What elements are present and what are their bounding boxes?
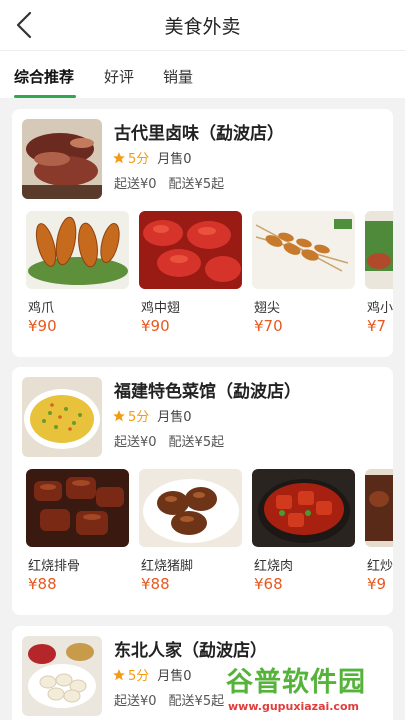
dish-item[interactable]: 红烧排骨 ¥88 bbox=[26, 469, 129, 593]
dish-name: 鸡小 bbox=[367, 301, 393, 316]
store-score: 5分 bbox=[128, 152, 150, 167]
fee-row: 起送¥0 配送¥5起 bbox=[114, 173, 224, 192]
dish-item[interactable]: 红炒 ¥9 bbox=[365, 469, 393, 593]
dish-name: 翅尖 bbox=[254, 301, 281, 316]
fee-row: 起送¥0 配送¥5起 bbox=[114, 431, 224, 450]
dish-name: 红烧排骨 bbox=[28, 559, 81, 574]
rating-row: 5分 月售0 bbox=[112, 406, 192, 426]
tab-sales[interactable]: 销量 bbox=[163, 66, 193, 87]
dish-photo bbox=[139, 469, 242, 547]
star-icon bbox=[113, 669, 125, 681]
dish-item[interactable]: 鸡爪 ¥90 bbox=[26, 211, 129, 335]
monthly-sales: 月售0 bbox=[157, 410, 192, 425]
fee-row: 起送¥0 配送¥5起 bbox=[114, 690, 224, 709]
watermark-url: www.gupuxiazai.com bbox=[228, 700, 359, 713]
min-order: 起送¥0 bbox=[114, 177, 157, 192]
store-logo bbox=[22, 636, 102, 716]
dish-photo bbox=[252, 469, 355, 547]
dish-price: ¥70 bbox=[254, 317, 283, 335]
dish-name: 红炒 bbox=[367, 559, 393, 574]
dish-name: 鸡中翅 bbox=[141, 301, 181, 316]
dish-list: 红烧排骨 ¥88 红烧猪脚 ¥88 红烧肉 ¥68 红炒 ¥9 bbox=[26, 469, 393, 609]
top-bar: 美食外卖 bbox=[0, 0, 405, 50]
dish-price: ¥68 bbox=[254, 575, 283, 593]
dish-price: ¥88 bbox=[28, 575, 57, 593]
dish-photo bbox=[365, 469, 393, 547]
store-name: 古代里卤味（勐波店） bbox=[114, 124, 284, 144]
active-tab-indicator bbox=[14, 95, 76, 98]
delivery-fee: 配送¥5起 bbox=[168, 177, 225, 192]
dish-photo bbox=[252, 211, 355, 289]
dish-price: ¥90 bbox=[141, 317, 170, 335]
dish-item[interactable]: 红烧猪脚 ¥88 bbox=[139, 469, 242, 593]
dish-price: ¥7 bbox=[367, 317, 387, 335]
dish-photo bbox=[365, 211, 393, 289]
dish-price: ¥88 bbox=[141, 575, 170, 593]
rating-row: 5分 月售0 bbox=[112, 148, 192, 168]
store-logo bbox=[22, 119, 102, 199]
dish-photo bbox=[26, 211, 129, 289]
store-name: 福建特色菜馆（勐波店） bbox=[114, 382, 301, 402]
sort-tabs: 综合推荐 好评 销量 bbox=[0, 50, 405, 98]
dish-item[interactable]: 翅尖 ¥70 bbox=[252, 211, 355, 335]
dish-name: 鸡爪 bbox=[28, 301, 55, 316]
dish-photo bbox=[26, 469, 129, 547]
site-watermark: 谷普软件园 www.gupuxiazai.com bbox=[218, 656, 405, 720]
tab-good-reviews[interactable]: 好评 bbox=[104, 66, 134, 87]
star-icon bbox=[113, 152, 125, 164]
store-score: 5分 bbox=[128, 410, 150, 425]
min-order: 起送¥0 bbox=[114, 435, 157, 450]
store-card[interactable]: 古代里卤味（勐波店） 5分 月售0 起送¥0 配送¥5起 鸡爪 ¥90 鸡中翅 … bbox=[12, 109, 393, 357]
rating-row: 5分 月售0 bbox=[112, 665, 192, 685]
dish-photo bbox=[139, 211, 242, 289]
tab-recommended[interactable]: 综合推荐 bbox=[14, 66, 74, 87]
store-score: 5分 bbox=[128, 669, 150, 684]
page-title: 美食外卖 bbox=[164, 16, 241, 38]
monthly-sales: 月售0 bbox=[157, 152, 192, 167]
min-order: 起送¥0 bbox=[114, 694, 157, 709]
dish-price: ¥9 bbox=[367, 575, 387, 593]
store-logo bbox=[22, 377, 102, 457]
store-card[interactable]: 福建特色菜馆（勐波店） 5分 月售0 起送¥0 配送¥5起 红烧排骨 ¥88 红… bbox=[12, 367, 393, 615]
watermark-title: 谷普软件园 bbox=[226, 667, 366, 698]
star-icon bbox=[113, 410, 125, 422]
dish-price: ¥90 bbox=[28, 317, 57, 335]
dish-item[interactable]: 鸡中翅 ¥90 bbox=[139, 211, 242, 335]
delivery-fee: 配送¥5起 bbox=[168, 435, 225, 450]
dish-list: 鸡爪 ¥90 鸡中翅 ¥90 翅尖 ¥70 鸡小 ¥7 bbox=[26, 211, 393, 351]
dish-item[interactable]: 红烧肉 ¥68 bbox=[252, 469, 355, 593]
delivery-fee: 配送¥5起 bbox=[168, 694, 225, 709]
dish-name: 红烧肉 bbox=[254, 559, 294, 574]
dish-item[interactable]: 鸡小 ¥7 bbox=[365, 211, 393, 335]
monthly-sales: 月售0 bbox=[157, 669, 192, 684]
dish-name: 红烧猪脚 bbox=[141, 559, 194, 574]
